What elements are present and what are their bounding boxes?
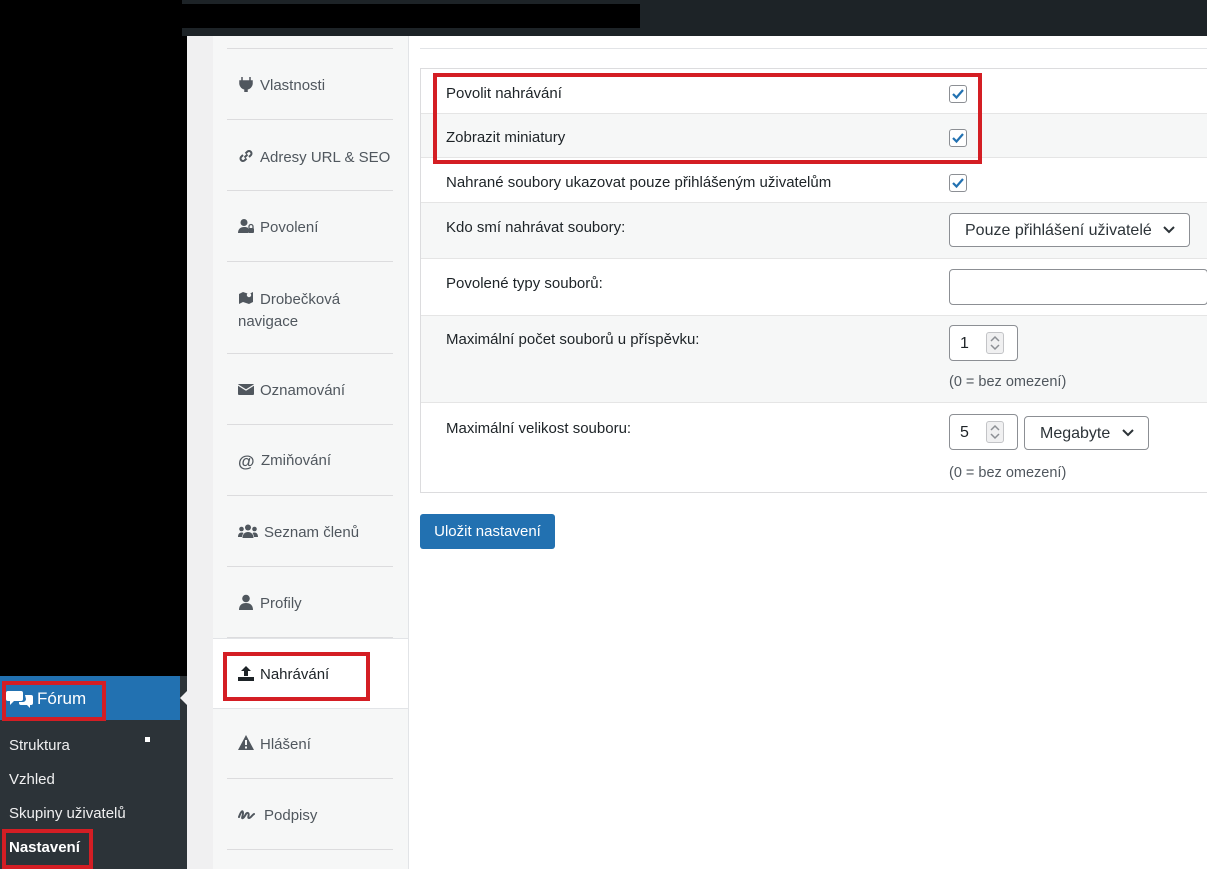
logged-in-only-label: Nahrané soubory ukazovat pouze přihlášen…: [446, 174, 832, 191]
checkmark-icon: [952, 178, 964, 189]
spinner-arrows-icon: [990, 335, 1000, 351]
max-size-hint: (0 = bez omezení): [949, 465, 1067, 481]
tab-adresy-url-seo[interactable]: Adresy URL & SEO: [227, 120, 393, 191]
max-size-input[interactable]: 5: [949, 414, 1018, 450]
current-menu-arrow: [180, 690, 188, 706]
logged-in-only-checkbox[interactable]: [949, 174, 967, 192]
who-can-upload-value: Pouze přihlášení uživatelé: [965, 222, 1152, 239]
max-size-value: 5: [960, 424, 969, 441]
number-spinner[interactable]: [986, 421, 1004, 443]
at-icon: @: [238, 452, 255, 471]
settings-row-allowed-types: Povolené typy souborů:: [421, 259, 1207, 316]
highlight-active-tab: [223, 652, 370, 701]
max-size-unit-value: Megabyte: [1040, 425, 1111, 442]
max-files-value: 1: [960, 335, 969, 352]
highlight-upload-options: [433, 73, 982, 164]
tab-drobeckova-navigace[interactable]: Drobečková navigace: [227, 262, 393, 354]
chevron-down-icon: [1122, 429, 1134, 437]
users-icon: [238, 524, 258, 538]
submenu-skupiny-uzivatelu[interactable]: Skupiny uživatelů: [9, 805, 126, 822]
map-icon: [239, 292, 253, 304]
settings-row-logged-in-only: Nahrané soubory ukazovat pouze přihlášen…: [421, 158, 1207, 203]
tab-oznamovani[interactable]: Oznamování: [227, 354, 393, 425]
admin-top-bar: [182, 0, 1207, 36]
tab-label: Adresy URL & SEO: [260, 149, 391, 166]
save-settings-button[interactable]: Uložit nastavení: [420, 514, 555, 549]
max-size-unit-select[interactable]: Megabyte: [1024, 416, 1149, 450]
allowed-types-label: Povolené typy souborů:: [446, 275, 603, 292]
highlight-nastaveni: [2, 829, 93, 869]
chevron-down-icon: [1163, 226, 1175, 234]
content-gutter: [187, 36, 213, 869]
tab-profily[interactable]: Profily: [227, 567, 393, 638]
plug-icon: [239, 77, 253, 92]
allowed-types-input[interactable]: [949, 269, 1207, 305]
max-files-hint: (0 = bez omezení): [949, 374, 1067, 390]
max-files-input[interactable]: 1: [949, 325, 1018, 361]
user-icon: [239, 594, 253, 610]
submenu-vzhled[interactable]: Vzhled: [9, 771, 55, 788]
tab-label: Oznamování: [260, 382, 346, 399]
tab-povoleni[interactable]: Povolení: [227, 191, 393, 262]
cursor-marker: [145, 737, 150, 742]
settings-tabs: Vlastnosti Adresy URL & SEO Povolení Dro…: [213, 36, 409, 869]
tab-label: Vlastnosti: [260, 77, 326, 94]
settings-row-who-can-upload: Kdo smí nahrávat soubory: Pouze přihláše…: [421, 203, 1207, 259]
tab-label: Profily: [260, 595, 302, 612]
max-size-label: Maximální velikost souboru:: [446, 420, 632, 437]
who-can-upload-select[interactable]: Pouze přihlášení uživatelé: [949, 213, 1190, 247]
max-files-label: Maximální počet souborů u příspěvku:: [446, 331, 700, 348]
tab-separator: [227, 36, 393, 49]
highlight-forum-menu: [2, 681, 106, 721]
tab-podpisy[interactable]: Podpisy: [227, 779, 393, 850]
link-icon: [239, 150, 253, 162]
settings-row-max-size: Maximální velikost souboru: 5 Megabyte (…: [421, 403, 1207, 494]
tab-label: Seznam členů: [264, 524, 360, 541]
tab-label: Povolení: [260, 219, 319, 236]
redacted-area: [182, 4, 640, 28]
tab-seznam-clenu[interactable]: Seznam členů: [227, 496, 393, 567]
tab-label: Hlášení: [260, 736, 311, 753]
signature-icon: [238, 810, 255, 820]
divider: [420, 48, 1207, 49]
settings-row-max-files: Maximální počet souborů u příspěvku: 1 (…: [421, 316, 1207, 403]
warning-icon: [238, 735, 254, 750]
envelope-icon: [238, 384, 254, 395]
submenu-struktura[interactable]: Struktura: [9, 737, 70, 754]
spinner-arrows-icon: [990, 424, 1000, 440]
tab-hlaseni[interactable]: Hlášení: [227, 708, 393, 779]
tab-zminovani[interactable]: @ Zmiňování: [227, 425, 393, 496]
tab-label: Podpisy: [264, 807, 318, 824]
user-lock-icon: [238, 219, 254, 233]
number-spinner[interactable]: [986, 332, 1004, 354]
tab-vlastnosti[interactable]: Vlastnosti: [227, 49, 393, 120]
tab-label: Zmiňování: [261, 452, 332, 469]
who-can-upload-label: Kdo smí nahrávat soubory:: [446, 219, 626, 236]
